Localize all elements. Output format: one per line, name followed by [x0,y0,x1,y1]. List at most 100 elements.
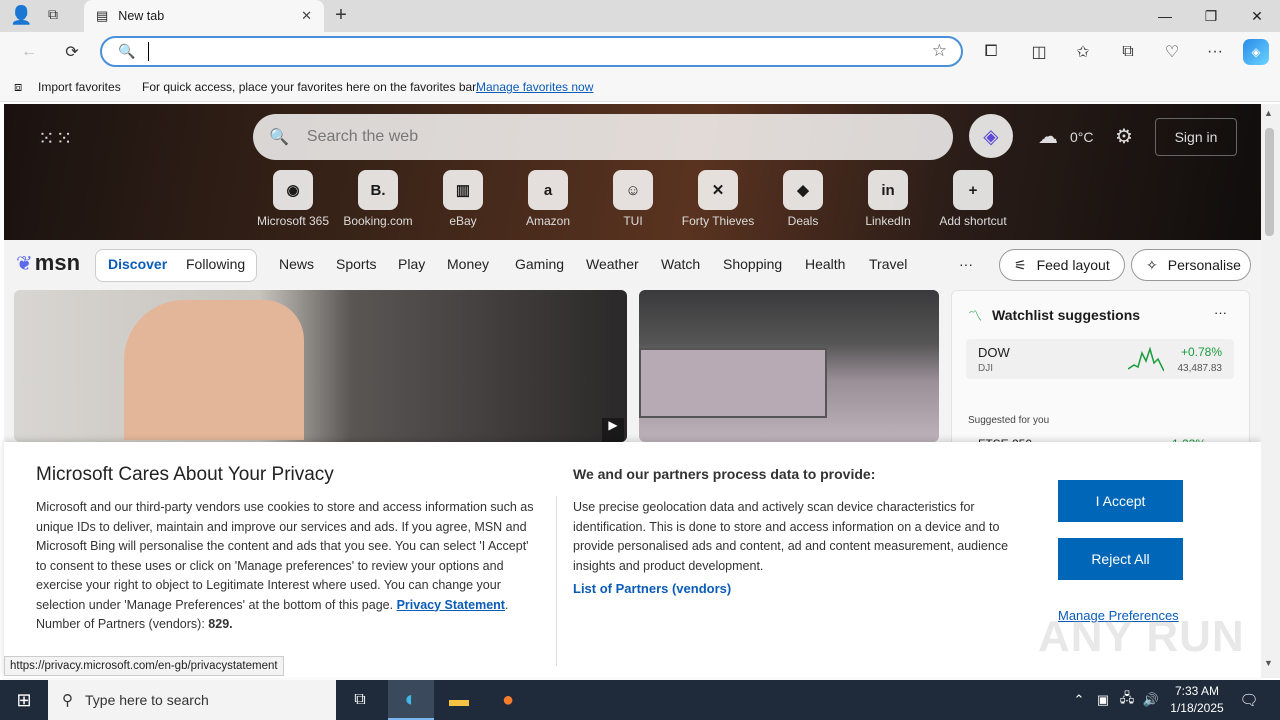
watchlist-icon: 〽 [968,308,982,324]
page-scrollbar[interactable]: ▲ ▼ [1261,104,1280,678]
clock[interactable]: 7:33 AM 1/18/2025 [1166,683,1228,717]
weather-temp[interactable]: 0°C [1070,129,1094,145]
extensions-icon[interactable]: ⧠ [976,38,1006,66]
shortcut-deals[interactable]: ◆ Deals [763,170,843,228]
nav-category-gaming[interactable]: Gaming [515,256,564,272]
nav-category-weather[interactable]: Weather [586,256,639,272]
shortcut-microsoft365[interactable]: ◉ Microsoft 365 [253,170,333,228]
split-screen-icon[interactable]: ◫ [1024,38,1054,66]
nav-category-sports[interactable]: Sports [336,256,376,272]
start-windows-icon[interactable]: ⊞ [0,680,48,720]
settings-gear-icon[interactable]: ⚙ [1115,124,1133,149]
shortcut-linkedin[interactable]: in LinkedIn [848,170,928,228]
more-categories-icon[interactable]: ··· [959,256,973,272]
tab-following[interactable]: Following [186,256,245,272]
weather-icon[interactable]: ☁ [1038,124,1058,149]
nav-category-news[interactable]: News [279,256,314,272]
manage-favorites-link[interactable]: Manage favorites now [476,80,593,94]
nav-category-watch[interactable]: Watch [661,256,700,272]
shortcut-ebay[interactable]: ▥ eBay [423,170,503,228]
nav-category-shopping[interactable]: Shopping [723,256,782,272]
search-icon: 🔍 [269,129,289,146]
privacy-right-title: We and our partners process data to prov… [573,466,876,482]
profile-icon[interactable]: 👤 [10,5,34,27]
privacy-statement-link[interactable]: Privacy Statement [397,598,505,612]
shortcut-label: Add shortcut [939,214,1007,228]
taskbar-search-input[interactable]: Type here to search [85,692,209,708]
privacy-divider [556,496,557,666]
volume-icon[interactable]: 🔊 [1140,680,1162,720]
taskbar-search[interactable]: ⚲ Type here to search [48,680,336,720]
watchlist-more-icon[interactable]: ··· [1214,305,1227,320]
menu-icon[interactable]: ··· [1200,38,1230,66]
back-icon[interactable]: ← [14,38,44,66]
import-favorites-icon[interactable]: ⧈ [14,79,22,95]
tab-new-tab[interactable]: ▤ New tab ✕ [84,0,324,32]
personalise-icon: ✧ [1146,256,1158,273]
notifications-icon[interactable]: 🗨 [1234,680,1264,720]
accept-button[interactable]: I Accept [1058,480,1183,522]
stock-symbol: DOW [978,345,1010,360]
reject-all-button[interactable]: Reject All [1058,538,1183,580]
close-window-button[interactable]: ✕ [1234,0,1280,32]
nav-category-play[interactable]: Play [398,256,425,272]
watchlist-title: Watchlist suggestions [992,307,1141,323]
favorite-star-icon[interactable]: ☆ [932,41,947,61]
feed-layout-button[interactable]: ⚟ Feed layout [999,249,1125,281]
import-favorites-link[interactable]: Import favorites [38,80,121,94]
favorites-icon[interactable]: ✩ [1068,38,1098,66]
close-tab-icon[interactable]: ✕ [301,8,312,24]
shortcut-amazon[interactable]: a Amazon [508,170,588,228]
nav-category-travel[interactable]: Travel [869,256,907,272]
msn-logo[interactable]: ❦ msn [16,250,80,276]
sign-in-button[interactable]: Sign in [1155,118,1237,156]
network-icon[interactable]: 🖧 [1116,680,1138,720]
shortcut-label: Forty Thieves [681,214,755,228]
collections-icon[interactable]: ⧉ [1113,38,1143,66]
shortcut-label: Deals [787,214,819,228]
minimize-button[interactable]: — [1142,0,1188,32]
amazon-icon: a [528,170,568,210]
web-search-box[interactable]: 🔍 Search the web [253,114,953,160]
restore-button[interactable]: ❐ [1188,0,1234,32]
file-explorer-icon[interactable]: ▬ [437,680,481,720]
nav-category-money[interactable]: Money [447,256,489,272]
next-slide-icon[interactable]: ▶ [602,418,624,442]
tui-icon: ☺ [613,170,653,210]
suggested-label: Suggested for you [968,415,1050,426]
privacy-consent-banner: Microsoft Cares About Your Privacy Micro… [4,442,1261,678]
task-view-icon[interactable]: ⧉ [338,680,382,720]
shortcut-forty-thieves[interactable]: ✕ Forty Thieves [678,170,758,228]
tray-device-icon[interactable]: ▣ [1092,680,1114,720]
personalise-button[interactable]: ✧ Personalise [1131,249,1251,281]
tray-chevron-icon[interactable]: ⌃ [1068,680,1090,720]
refresh-icon[interactable]: ⟳ [57,38,87,66]
shortcut-add[interactable]: + Add shortcut [933,170,1013,228]
tab-strip: 👤 ⧉ ▤ New tab ✕ + — ❐ ✕ [0,0,1280,32]
new-tab-button[interactable]: + [330,4,352,26]
performance-icon[interactable]: ♡ [1157,38,1187,66]
scroll-thumb[interactable] [1265,128,1274,236]
scroll-down-icon[interactable]: ▼ [1264,658,1273,668]
address-bar[interactable]: 🔍 ☆ [100,36,963,67]
shortcut-label: eBay [449,214,477,228]
shortcut-booking[interactable]: B. Booking.com [338,170,418,228]
linkedin-icon: in [868,170,908,210]
tab-actions-icon[interactable]: ⧉ [48,6,72,26]
shortcut-tui[interactable]: ☺ TUI [593,170,673,228]
address-input[interactable] [148,42,150,61]
scroll-up-icon[interactable]: ▲ [1264,108,1273,118]
copilot-icon[interactable]: ◈ [1243,39,1269,65]
apps-launcher-icon[interactable]: ⁙⁙ [38,126,74,151]
edge-taskbar-icon[interactable]: ◐ [388,680,434,720]
feed-card-large[interactable]: ▶ [14,290,627,442]
feed-card-stadium[interactable] [639,290,939,442]
taskbar: ⊞ ⚲ Type here to search ⧉ ◐ ▬ ● ⌃ ▣ 🖧 🔊 … [0,680,1280,720]
copilot-button[interactable]: ◈ [969,114,1013,158]
firefox-icon[interactable]: ● [486,680,530,720]
list-of-partners-link[interactable]: List of Partners (vendors) [573,581,731,596]
tab-discover[interactable]: Discover [108,256,167,272]
web-search-input[interactable]: Search the web [307,128,418,146]
watchlist-item-dow[interactable]: DOW DJI +0.78% 43,487.83 [966,339,1234,379]
nav-category-health[interactable]: Health [805,256,845,272]
